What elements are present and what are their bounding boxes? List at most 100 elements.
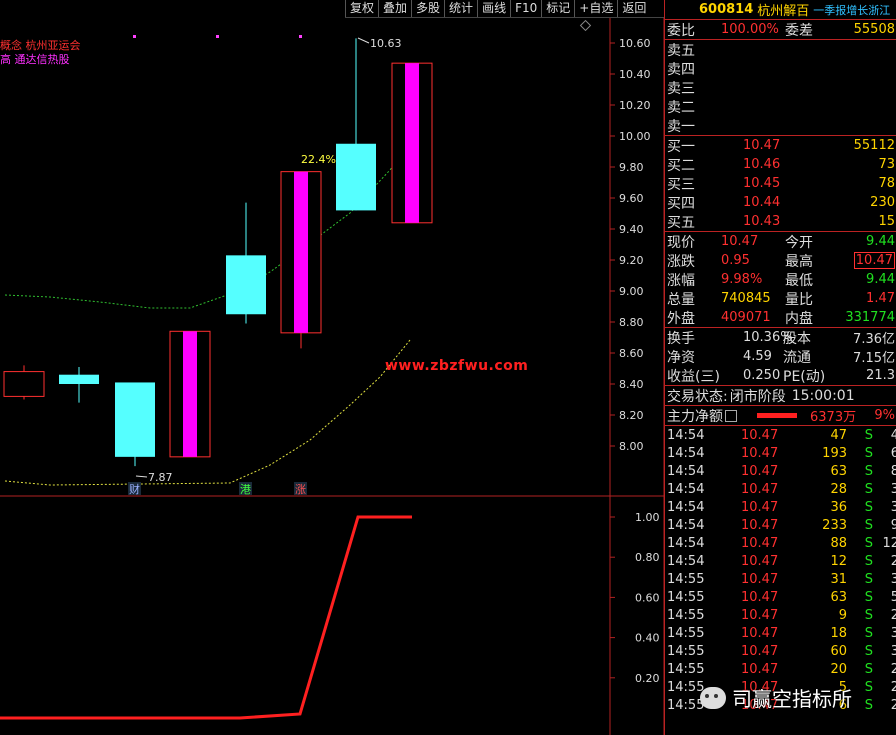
- lower-y-tick-label: 0.60: [635, 591, 660, 604]
- tick-price: 10.47: [741, 499, 779, 515]
- tick-side: S: [864, 625, 873, 641]
- quote-value-2: 1.47: [866, 291, 895, 306]
- concept-label-hot-stock: 高 通达信热股: [0, 53, 70, 66]
- tick-count: 8: [891, 464, 896, 479]
- tick-row[interactable]: 14:55 10.47 60 S 3: [665, 642, 896, 660]
- tick-row[interactable]: 14:54 10.47 233 S 9: [665, 516, 896, 534]
- y-tick-label: 8.80: [619, 316, 644, 329]
- tick-row[interactable]: 14:55 10.47 18 S 3: [665, 624, 896, 642]
- tick-row[interactable]: 14:55 10.47 20 S 2: [665, 660, 896, 678]
- quote-panel: 600814 杭州解百 一季报增长浙江 委比 100.00% 委差 55508 …: [664, 0, 896, 735]
- tick-side: S: [864, 661, 873, 677]
- buy-level-label: 买二: [667, 157, 695, 174]
- tick-row[interactable]: 14:54 10.47 12 S 2: [665, 552, 896, 570]
- tick-time: 14:55: [667, 697, 705, 713]
- toolbar-button-multi-stock[interactable]: 多股: [411, 0, 444, 17]
- sell-level-4[interactable]: 卖四: [665, 59, 896, 78]
- list-icon[interactable]: [725, 409, 737, 422]
- event-marker-label: 涨: [295, 483, 306, 496]
- y-tick-label: 10.00: [619, 130, 651, 143]
- tick-count: 9: [891, 518, 896, 533]
- tick-list[interactable]: 14:54 10.47 47 S 4 14:54 10.47 193 S 6 14:54 10.47 6…: [665, 425, 896, 714]
- buy-level-volume: 15: [878, 214, 895, 229]
- tick-row[interactable]: 14:55 10.47 63 S 5: [665, 588, 896, 606]
- quote-label: 换手: [667, 330, 695, 347]
- signal-dot: [133, 35, 136, 38]
- lower-y-tick-label: 0.20: [635, 672, 660, 685]
- buy-level-5[interactable]: 买五 10.43 15: [665, 212, 896, 231]
- buy-level-1[interactable]: 买一 10.47 55112: [665, 136, 896, 155]
- quote-row: 涨幅 9.98% 最低 9.44: [665, 270, 896, 289]
- toolbar-button-overlay[interactable]: 叠加: [378, 0, 411, 17]
- buy-level-volume: 78: [878, 176, 895, 191]
- tick-row[interactable]: 14:55 10.47 9 S 2: [665, 606, 896, 624]
- quote-label: 总量: [667, 291, 695, 308]
- toolbar-button-mark[interactable]: 标记: [541, 0, 574, 17]
- tick-time: 14:55: [667, 625, 705, 641]
- watermark-url: www.zbzfwu.com: [385, 358, 529, 374]
- tick-price: 10.47: [741, 553, 779, 569]
- y-tick-label: 9.60: [619, 192, 644, 205]
- news-ticker[interactable]: 一季报增长浙江: [813, 2, 890, 18]
- quote-value-2: 331774: [845, 310, 895, 325]
- y-tick-label: 9.80: [619, 161, 644, 174]
- sell-level-1[interactable]: 卖一: [665, 116, 896, 135]
- lower-y-tick-label: 1.00: [635, 511, 660, 524]
- high-arrow: [357, 37, 370, 44]
- sell-level-2[interactable]: 卖二: [665, 97, 896, 116]
- toolbar-button-adjust[interactable]: 复权: [345, 0, 378, 17]
- buy-level-label: 买三: [667, 176, 695, 193]
- high-annotation: 10.63: [370, 37, 402, 50]
- candle-core: [183, 331, 197, 457]
- buy-level-price: 10.44: [743, 195, 781, 210]
- sell-level-label: 卖三: [667, 80, 695, 97]
- tick-row[interactable]: 14:55 10.47 31 S 3: [665, 570, 896, 588]
- tick-price: 10.47: [741, 661, 779, 677]
- stock-header: 600814 杭州解百 一季报增长浙江: [665, 0, 896, 19]
- toolbar-button-back[interactable]: 返回: [617, 0, 650, 17]
- sell-level-3[interactable]: 卖三: [665, 78, 896, 97]
- buy-level-2[interactable]: 买二 10.46 73: [665, 155, 896, 174]
- sell-level-5[interactable]: 卖五: [665, 40, 896, 59]
- upper-chart-area: 10.60 10.40 10.20 10.00 9.80 9.60 9.40 9.20 9.00…: [0, 0, 664, 735]
- toolbar-button-draw[interactable]: 画线: [477, 0, 510, 17]
- quote-label-2: 今开: [785, 234, 813, 251]
- y-tick-label: 10.60: [619, 37, 651, 50]
- tick-price: 10.47: [741, 535, 779, 551]
- tick-count: 3: [891, 482, 896, 497]
- toolbar-button-f10[interactable]: F10: [510, 0, 541, 17]
- quote-label-2: 最高: [785, 253, 813, 270]
- main-flow-pct: 9%: [874, 408, 895, 423]
- tick-price: 10.47: [741, 625, 779, 641]
- lower-y-tick-label: 0.80: [635, 551, 660, 564]
- buy-level-3[interactable]: 买三 10.45 78: [665, 174, 896, 193]
- quote-row-2: 收益(三) 0.250 PE(动) 21.3: [665, 366, 896, 385]
- diamond-icon[interactable]: [579, 19, 592, 32]
- quote-value-2: 9.44: [866, 234, 895, 249]
- tick-row[interactable]: 14:54 10.47 193 S 6: [665, 444, 896, 462]
- buy-level-4[interactable]: 买四 10.44 230: [665, 193, 896, 212]
- tick-row[interactable]: 14:54 10.47 47 S 4: [665, 426, 896, 444]
- low-annotation: 7.87: [148, 471, 173, 484]
- signal-dot: [299, 35, 302, 38]
- buy-level-price: 10.46: [743, 157, 781, 172]
- tick-time: 14:54: [667, 445, 705, 461]
- tick-side: S: [864, 697, 873, 713]
- tick-row[interactable]: 14:54 10.47 63 S 8: [665, 462, 896, 480]
- tick-time: 14:54: [667, 427, 705, 443]
- tick-time: 14:54: [667, 481, 705, 497]
- tick-time: 14:55: [667, 589, 705, 605]
- tick-row[interactable]: 14:54 10.47 36 S 3: [665, 498, 896, 516]
- trade-status-row: 交易状态: 闭市阶段 15:00:01: [665, 385, 896, 405]
- tick-row[interactable]: 14:54 10.47 28 S 3: [665, 480, 896, 498]
- candle-core: [405, 63, 419, 223]
- tick-time: 14:55: [667, 661, 705, 677]
- quote-row: 涨跌 0.95 最高 10.47: [665, 251, 896, 270]
- tick-row[interactable]: 14:54 10.47 88 S 12: [665, 534, 896, 552]
- toolbar-button-add-watchlist[interactable]: +自选: [574, 0, 617, 17]
- trade-status-time: 15:00:01: [791, 387, 855, 404]
- y-tick-label: 8.40: [619, 378, 644, 391]
- kline-chart[interactable]: 10.60 10.40 10.20 10.00 9.80 9.60 9.40 9.20 9.00…: [0, 0, 664, 735]
- tick-side: S: [864, 571, 873, 587]
- toolbar-button-stats[interactable]: 统计: [444, 0, 477, 17]
